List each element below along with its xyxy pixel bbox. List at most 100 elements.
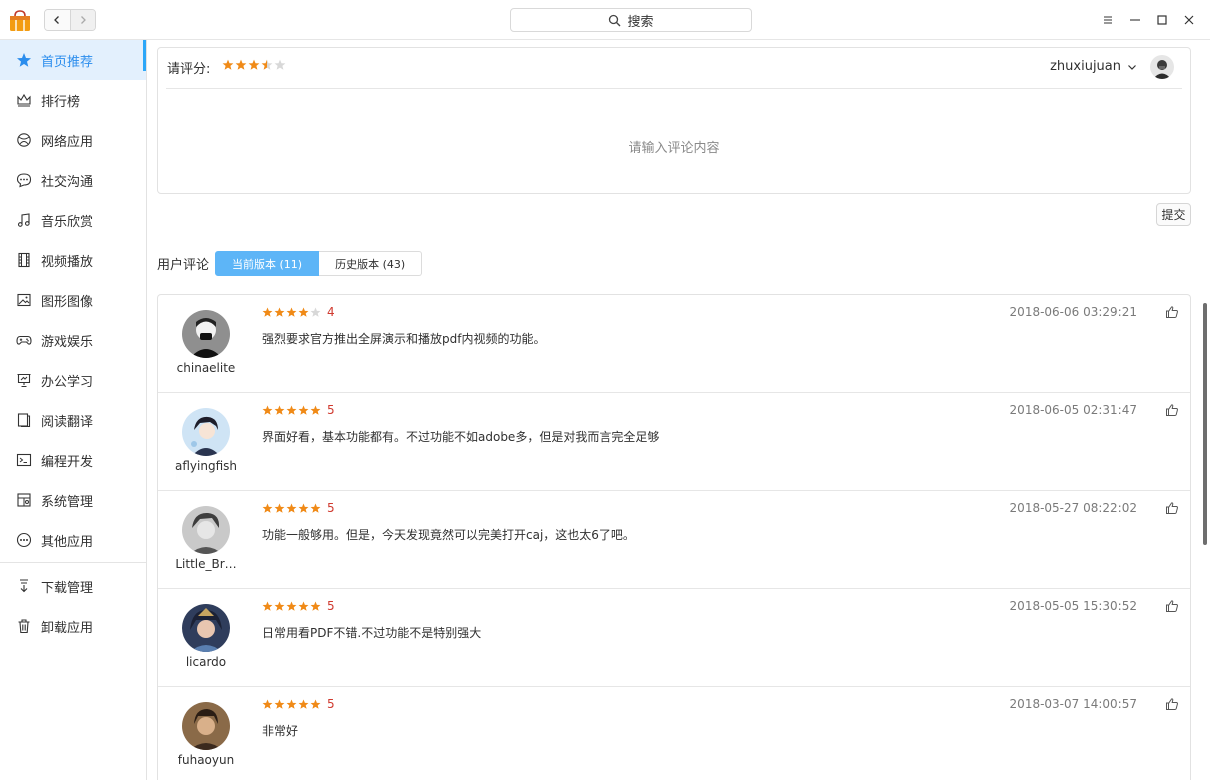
thumbs-up-icon[interactable] [1165,697,1179,711]
star-icon [298,307,309,317]
sidebar-item-label: 办公学习 [41,374,94,390]
star-icon [262,699,273,709]
review-stars: 5 [262,599,335,613]
close-button[interactable] [1179,10,1199,30]
list-item: aflyingfish 5 界面好看，基本功能都有。不过功能不如adobe多，但… [158,393,1190,491]
rating-divider [166,88,1182,89]
review-score: 5 [327,403,335,417]
star-icon [310,405,321,415]
film-icon [16,252,32,268]
sidebar-item-reading[interactable]: 阅读翻译 [0,400,146,440]
star-icon [274,601,285,611]
star-icon [262,601,273,611]
search-icon [609,14,621,26]
rating-stars[interactable] [222,59,286,71]
avatar [182,604,230,652]
gamepad-icon [16,332,32,348]
thumbs-up-icon[interactable] [1165,305,1179,319]
sidebar-item-graphics[interactable]: 图形图像 [0,280,146,320]
star-icon [286,699,297,709]
avatar[interactable] [1150,55,1174,79]
list-item: Little_Br… 5 功能一般够用。但是，今天发现竟然可以完美打开caj，这… [158,491,1190,589]
review-stars: 5 [262,697,335,711]
sidebar-item-games[interactable]: 游戏娱乐 [0,320,146,360]
comment-input[interactable]: 请输入评论内容 [158,137,1190,156]
sidebar-item-downloads[interactable]: 下载管理 [0,566,146,606]
list-item: fuhaoyun 5 非常好 2018-03-07 14:00:57 [158,687,1190,780]
review-score: 5 [327,599,335,613]
star-icon [310,601,321,611]
forward-button[interactable] [69,10,95,30]
sidebar-item-video[interactable]: 视频播放 [0,240,146,280]
review-text: 功能一般够用。但是，今天发现竟然可以完美打开caj，这也太6了吧。 [262,528,635,542]
review-text: 界面好看，基本功能都有。不过功能不如adobe多，但是对我而言完全足够 [262,430,660,444]
sidebar-item-label: 游戏娱乐 [41,334,94,350]
avatar [182,702,230,750]
star-icon [262,405,273,415]
star-icon [222,59,234,70]
tab-current-version[interactable]: 当前版本 (11) [215,251,320,276]
star-icon [248,59,260,70]
shopping-bag-icon[interactable] [8,8,32,32]
navigation-buttons [44,9,96,31]
sidebar-item-programming[interactable]: 编程开发 [0,440,146,480]
terminal-icon [16,452,32,468]
star-icon [262,503,273,513]
star-icon [286,307,297,317]
star-icon [286,503,297,513]
titlebar: 搜索 [0,0,1210,40]
tab-history-version[interactable]: 历史版本 (43) [319,251,423,276]
review-score: 5 [327,697,335,711]
review-text: 强烈要求官方推出全屏演示和播放pdf内视频的功能。 [262,332,546,346]
star-icon [16,52,32,68]
review-stars: 5 [262,501,335,515]
review-time: 2018-05-27 08:22:02 [1009,501,1137,515]
scrollbar[interactable] [1203,303,1207,545]
sidebar-item-network[interactable]: 网络应用 [0,120,146,160]
reviewer-name: fuhaoyun [177,753,235,767]
minimize-button[interactable] [1125,10,1145,30]
close-icon [1184,15,1194,25]
book-icon [16,412,32,428]
sidebar-divider [0,562,146,563]
avatar [182,310,230,358]
sidebar-item-others[interactable]: 其他应用 [0,520,146,560]
avatar [182,506,230,554]
menu-button[interactable] [1098,10,1118,30]
star-icon [274,307,285,317]
globe-icon [16,132,32,148]
sidebar-item-label: 音乐欣赏 [41,214,94,230]
sidebar-item-social[interactable]: 社交沟通 [0,160,146,200]
user-select[interactable]: zhuxiujuan [1050,59,1137,74]
thumbs-up-icon[interactable] [1165,403,1179,417]
chevron-left-icon [54,16,60,24]
star-icon [298,601,309,611]
sidebar-item-label: 编程开发 [41,454,94,470]
sidebar-item-label: 阅读翻译 [41,414,94,430]
star-icon [298,699,309,709]
review-score: 4 [327,305,335,319]
star-icon [286,405,297,415]
sidebar-item-music[interactable]: 音乐欣赏 [0,200,146,240]
review-text: 非常好 [262,724,299,738]
submit-button[interactable]: 提交 [1156,203,1191,226]
download-icon [16,578,32,594]
sidebar-item-label: 排行榜 [41,94,81,110]
sidebar-item-ranking[interactable]: 排行榜 [0,80,146,120]
thumbs-up-icon[interactable] [1165,599,1179,613]
star-icon [261,59,273,70]
review-time: 2018-06-06 03:29:21 [1009,305,1137,319]
sidebar-item-uninstall[interactable]: 卸载应用 [0,606,146,646]
sidebar-item-office[interactable]: 办公学习 [0,360,146,400]
star-icon [298,503,309,513]
back-button[interactable] [45,10,70,30]
sidebar-item-home[interactable]: 首页推荐 [0,40,146,80]
reviews-tabs-row: 用户评论 当前版本 (11) 历史版本 (43) [157,251,423,276]
sidebar-item-system[interactable]: 系统管理 [0,480,146,520]
search-input[interactable]: 搜索 [510,8,752,32]
rating-box: 请评分: zhuxiujuan 请输入评论内容 [157,47,1191,194]
thumbs-up-icon[interactable] [1165,501,1179,515]
maximize-button[interactable] [1152,10,1172,30]
trash-icon [16,618,32,634]
reviews-list: chinaelite 4 强烈要求官方推出全屏演示和播放pdf内视频的功能。 2… [157,294,1191,780]
